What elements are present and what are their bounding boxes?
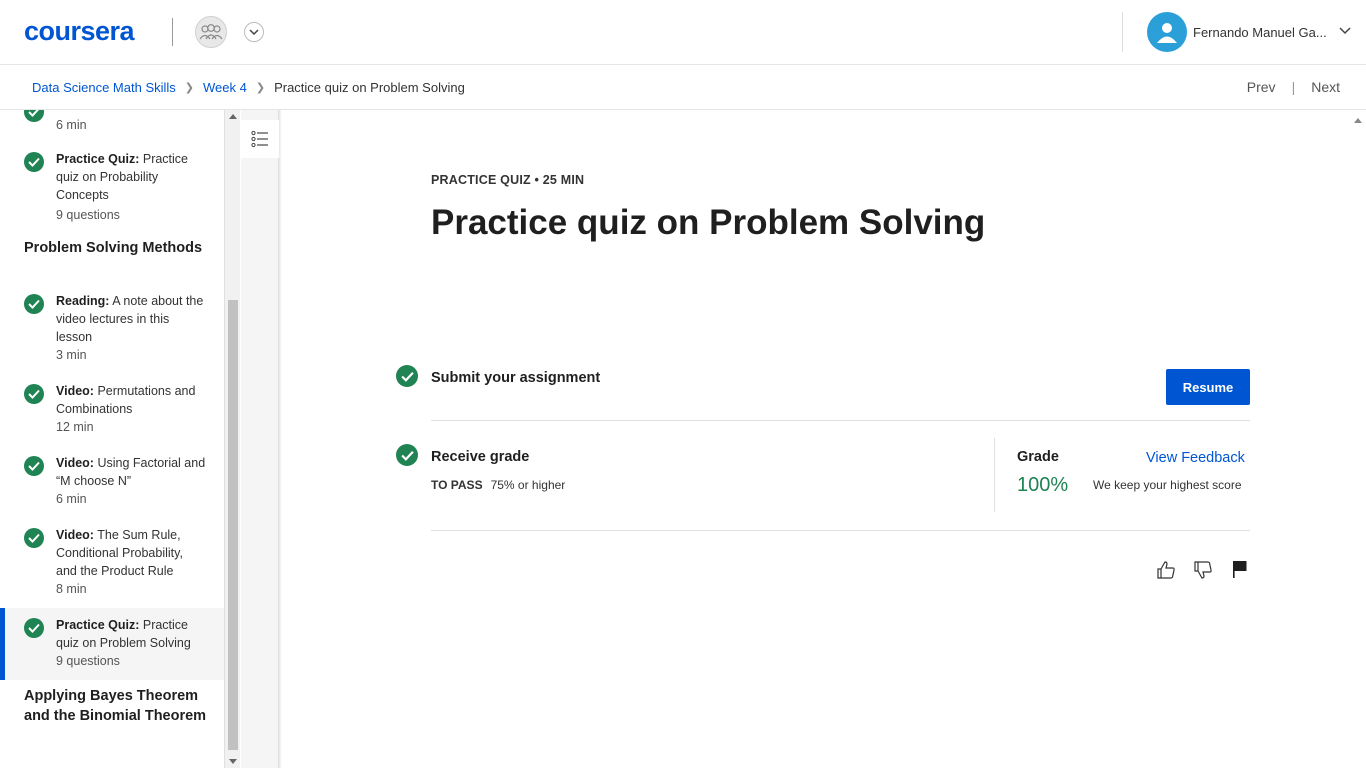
check-circle-icon (24, 110, 44, 122)
outline-list-icon[interactable] (241, 120, 279, 158)
item-title: Video: The Sum Rule, Conditional Probabi… (56, 528, 183, 578)
user-name[interactable]: Fernando Manuel Ga... (1193, 25, 1327, 40)
header-divider-right (1122, 12, 1123, 52)
item-meta: 6 min (56, 492, 87, 506)
sidebar-rail (241, 110, 279, 768)
section-title: Applying Bayes Theorem and the Binomial … (24, 688, 207, 724)
breadcrumb-current: Practice quiz on Problem Solving (274, 80, 465, 95)
chevron-down-icon[interactable] (244, 22, 264, 42)
sidebar-item-video-factorial[interactable]: Video: Using Factorial and “M choose N” … (0, 452, 224, 514)
check-circle-icon (396, 365, 418, 387)
active-indicator (0, 608, 5, 680)
item-title: Video: Using Factorial and “M choose N” (56, 456, 206, 488)
sidebar-item-partial[interactable]: 6 min (0, 110, 224, 134)
item-meta: 8 min (56, 582, 87, 596)
item-title: Video: Permutations and Combinations (56, 384, 196, 416)
section-title: Problem Solving Methods (24, 240, 203, 256)
resume-button[interactable]: Resume (1166, 369, 1250, 405)
scroll-up-icon[interactable] (1354, 118, 1362, 123)
flag-icon[interactable] (1229, 558, 1251, 580)
item-meta: 6 min (56, 118, 87, 132)
grade-value: 100% (1017, 474, 1069, 496)
check-circle-icon (24, 456, 44, 476)
breadcrumb: Data Science Math Skills ❯ Week 4 ❯ Prac… (32, 80, 465, 95)
grade-divider (994, 438, 995, 512)
next-button[interactable]: Next (1311, 79, 1340, 95)
user-icon[interactable] (1147, 12, 1187, 52)
sidebar-item-video-permutations[interactable]: Video: Permutations and Combinations 12 … (0, 380, 224, 442)
grade-label: Grade (1017, 449, 1059, 465)
scroll-down-icon[interactable] (229, 759, 237, 764)
thumbs-up-icon[interactable] (1155, 559, 1177, 581)
check-circle-icon (396, 444, 418, 466)
item-title: Practice Quiz: Practice quiz on Probabil… (56, 152, 189, 202)
group-icon[interactable] (195, 16, 227, 48)
sidebar-scrollbar[interactable] (224, 110, 240, 768)
top-header: coursera Fernando Manuel Ga... (0, 0, 1366, 65)
item-title: Reading: A note about the video lectures… (56, 294, 204, 344)
breadcrumb-bar: Data Science Math Skills ❯ Week 4 ❯ Prac… (0, 65, 1366, 110)
submit-assignment-label: Submit your assignment (431, 370, 601, 386)
header-divider (172, 18, 173, 46)
item-meta: 12 min (56, 420, 94, 434)
highest-score-note: We keep your highest score (1093, 478, 1242, 492)
item-meta: 9 questions (56, 654, 120, 668)
coursera-logo[interactable]: coursera (24, 16, 135, 47)
item-kicker: PRACTICE QUIZ • 25 MIN (431, 173, 585, 187)
main-scrollbar[interactable] (1350, 110, 1366, 768)
chevron-right-icon: ❯ (184, 82, 194, 94)
check-circle-icon (24, 618, 44, 638)
breadcrumb-week[interactable]: Week 4 (203, 80, 247, 95)
sidebar-item-quiz-probability[interactable]: Practice Quiz: Practice quiz on Probabil… (0, 148, 224, 228)
thumbs-down-icon[interactable] (1192, 559, 1214, 581)
item-title: Practice Quiz: Practice quiz on Problem … (56, 618, 191, 650)
divider (431, 420, 1250, 421)
prev-next-nav: Prev | Next (1247, 79, 1340, 95)
page-title: Practice quiz on Problem Solving (431, 203, 986, 242)
sidebar-item-quiz-problem-solving[interactable]: Practice Quiz: Practice quiz on Problem … (0, 608, 224, 680)
sidebar-item-video-sum-rule[interactable]: Video: The Sum Rule, Conditional Probabi… (0, 524, 224, 604)
scroll-up-icon[interactable] (229, 114, 237, 119)
scrollbar-thumb[interactable] (228, 300, 238, 750)
breadcrumb-course[interactable]: Data Science Math Skills (32, 80, 176, 95)
chevron-right-icon: ❯ (255, 82, 266, 94)
nav-divider: | (1291, 79, 1296, 95)
prev-button[interactable]: Prev (1247, 79, 1276, 95)
chevron-down-icon[interactable] (1338, 24, 1352, 43)
item-meta: 9 questions (56, 208, 120, 222)
check-circle-icon (24, 152, 44, 172)
receive-grade-label: Receive grade (431, 449, 530, 465)
check-circle-icon (24, 528, 44, 548)
item-meta: 3 min (56, 348, 87, 362)
divider (431, 530, 1250, 531)
rail-shadow (279, 110, 282, 768)
sidebar-item-reading[interactable]: Reading: A note about the video lectures… (0, 290, 224, 370)
check-circle-icon (24, 384, 44, 404)
to-pass-info: TO PASS 75% or higher (431, 478, 566, 492)
view-feedback-link[interactable]: View Feedback (1146, 450, 1245, 466)
check-circle-icon (24, 294, 44, 314)
course-sidebar: 6 min Practice Quiz: Practice quiz on Pr… (0, 110, 224, 768)
